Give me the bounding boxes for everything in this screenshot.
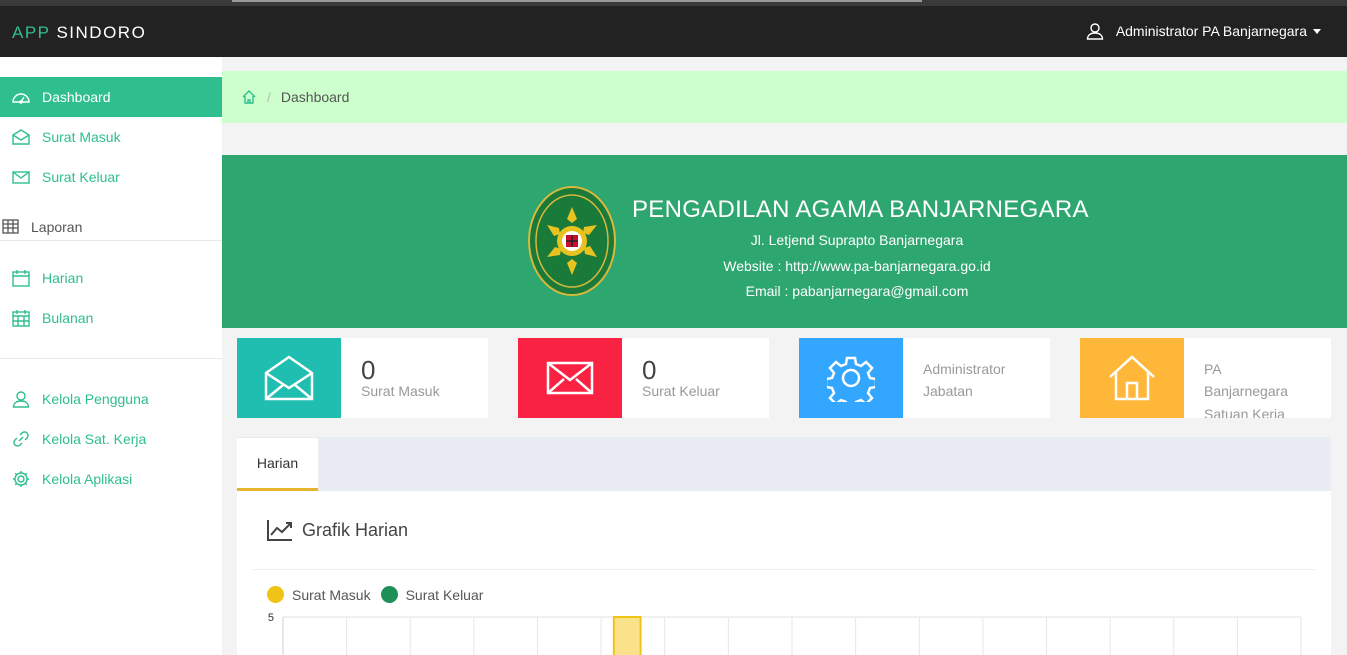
institution-title: PENGADILAN AGAMA BANJARNEGARA <box>632 196 1089 223</box>
sidebar-item-label: Harian <box>42 270 84 286</box>
panel-header: Grafik Harian <box>252 491 1316 570</box>
sidebar-item-surat-masuk[interactable]: Surat Masuk <box>0 117 222 157</box>
bar-surat-masuk[interactable] <box>612 616 642 655</box>
legend-label: Surat Masuk <box>292 586 371 603</box>
institution-email: Email : pabanjarnegara@gmail.com <box>745 283 969 299</box>
envelope-open-icon <box>12 129 30 145</box>
table-icon <box>2 219 19 234</box>
sidebar: Dashboard Surat Masuk Surat Keluar Lapor… <box>0 57 222 655</box>
legend-item-surat-keluar[interactable]: Surat Keluar <box>380 586 484 603</box>
sidebar-item-label: Surat Keluar <box>42 169 120 185</box>
stat-card-surat-masuk[interactable]: 0 Surat Masuk <box>237 338 488 418</box>
user-name: Administrator PA Banjarnegara <box>1115 23 1307 39</box>
line-chart-icon <box>267 520 292 541</box>
card-icon-box <box>799 338 903 418</box>
caret-down-icon <box>1313 28 1321 34</box>
link-icon <box>13 431 29 447</box>
sidebar-section-laporan: Laporan <box>0 213 222 241</box>
card-value: 0 <box>642 355 657 385</box>
user-icon <box>12 391 30 408</box>
legend-swatch <box>380 586 398 603</box>
sidebar-item-label: Kelola Aplikasi <box>42 471 133 487</box>
legend-label: Surat Keluar <box>405 586 484 603</box>
stat-card-satuan-kerja[interactable]: PA Banjarnegara Satuan Kerja <box>1080 338 1331 418</box>
legend-item-surat-masuk[interactable]: Surat Masuk <box>267 586 371 603</box>
section-label: Laporan <box>31 218 83 235</box>
panel-title: Grafik Harian <box>302 519 409 540</box>
legend-swatch <box>267 586 284 603</box>
gear-icon <box>13 471 29 487</box>
institution-banner: PENGADILAN AGAMA BANJARNEGARA Jl. Letjen… <box>222 155 1347 328</box>
y-tick-label: 5 <box>268 612 274 624</box>
home-icon <box>1109 355 1155 401</box>
user-menu[interactable]: Administrator PA Banjarnegara <box>1086 22 1321 40</box>
envelope-icon <box>12 171 30 184</box>
sidebar-item-kelola-sat-kerja[interactable]: Kelola Sat. Kerja <box>0 419 222 459</box>
daily-chart: 5 <box>268 612 1302 655</box>
sidebar-item-label: Kelola Pengguna <box>42 391 149 407</box>
calendar-icon <box>12 270 30 287</box>
brand-prefix: APP <box>12 23 51 42</box>
card-label: Surat Masuk <box>361 383 440 399</box>
sidebar-item-label: Bulanan <box>42 310 94 326</box>
calendar-grid-icon <box>12 310 30 327</box>
stat-card-jabatan[interactable]: Administrator Jabatan <box>799 338 1050 418</box>
card-text-line2: Jabatan <box>923 383 973 399</box>
card-icon-box <box>1080 338 1184 418</box>
tab-bar: Harian <box>237 437 1331 491</box>
browser-scroll-track <box>232 0 922 2</box>
card-icon-box <box>237 338 341 418</box>
stat-card-surat-keluar[interactable]: 0 Surat Keluar <box>518 338 769 418</box>
brand-name: SINDORO <box>56 23 147 42</box>
app-brand[interactable]: APP SINDORO <box>12 23 146 43</box>
sidebar-item-surat-keluar[interactable]: Surat Keluar <box>0 157 222 197</box>
tab-harian[interactable]: Harian <box>237 438 318 491</box>
card-text-line3: Satuan Kerja <box>1204 406 1285 418</box>
sidebar-item-label: Kelola Sat. Kerja <box>42 431 147 447</box>
sidebar-item-dashboard[interactable]: Dashboard <box>0 77 222 117</box>
card-icon-box <box>518 338 622 418</box>
breadcrumb-separator: / <box>267 89 271 105</box>
sidebar-item-kelola-aplikasi[interactable]: Kelola Aplikasi <box>0 459 222 499</box>
card-text-line2: Banjarnegara <box>1204 383 1289 399</box>
home-icon[interactable] <box>241 89 257 105</box>
chart-panel: Grafik Harian Surat Masuk Surat Keluar 5 <box>237 491 1331 655</box>
card-text-line1: Administrator <box>923 361 1006 377</box>
breadcrumb-current: Dashboard <box>280 89 350 105</box>
dashboard-icon <box>12 93 30 104</box>
envelope-open-icon <box>264 355 314 401</box>
user-icon <box>1086 23 1104 40</box>
institution-website: Website : http://www.pa-banjarnegara.go.… <box>723 258 991 274</box>
card-value: 0 <box>361 355 376 385</box>
sidebar-item-kelola-pengguna[interactable]: Kelola Pengguna <box>0 379 222 419</box>
sidebar-item-label: Surat Masuk <box>42 129 121 145</box>
breadcrumb: / Dashboard <box>222 71 1347 123</box>
top-navbar: APP SINDORO Administrator PA Banjarnegar… <box>0 6 1347 57</box>
sidebar-item-label: Dashboard <box>42 89 111 105</box>
card-text-line1: PA <box>1204 361 1222 377</box>
gear-icon <box>827 356 875 402</box>
sidebar-item-bulanan[interactable]: Bulanan <box>0 298 222 338</box>
sidebar-divider <box>0 358 222 359</box>
institution-address: Jl. Letjend Suprapto Banjarnegara <box>750 232 964 248</box>
chart-legend: Surat Masuk Surat Keluar <box>267 586 493 603</box>
envelope-icon <box>546 361 594 395</box>
sidebar-item-harian[interactable]: Harian <box>0 258 222 298</box>
card-label: Surat Keluar <box>642 383 720 399</box>
